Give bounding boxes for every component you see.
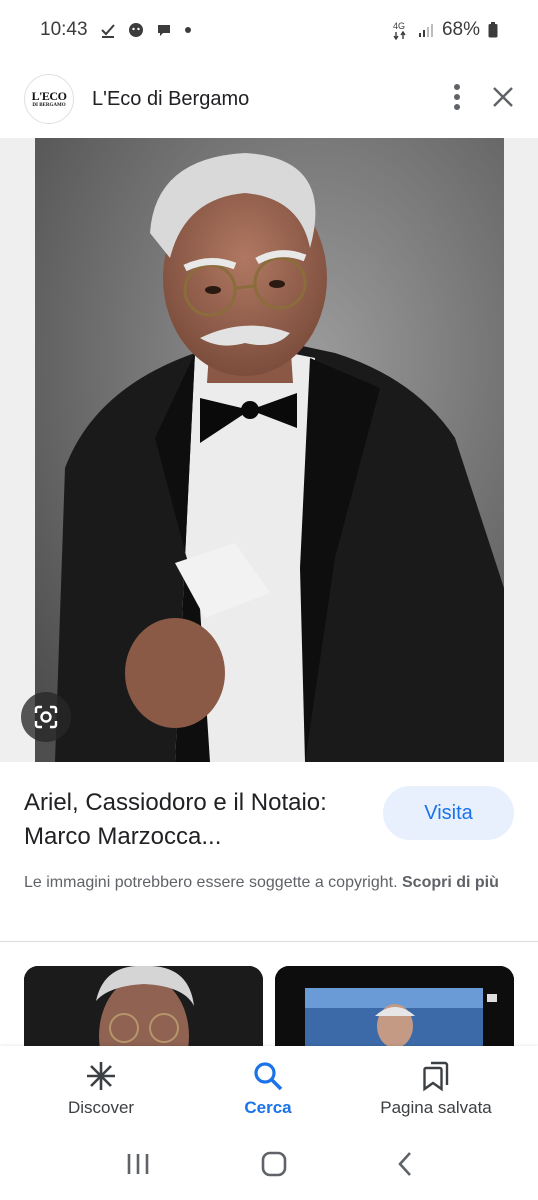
result-image[interactable] <box>35 138 504 762</box>
site-name[interactable]: L'Eco di Bergamo <box>92 88 249 111</box>
status-bar: 10:43 4G 68% <box>0 0 538 60</box>
nav-discover-label: Discover <box>67 1098 135 1117</box>
visit-button[interactable]: Visita <box>383 786 514 840</box>
app-notification-icon <box>128 22 144 38</box>
related-image-thumb[interactable] <box>275 966 514 1046</box>
image-preview <box>0 138 538 762</box>
bottom-navigation: Discover Cerca Pagina salvata <box>0 1046 538 1132</box>
site-logo[interactable]: L'ECO DI BERGAMO <box>24 74 74 124</box>
lens-search-button[interactable] <box>21 692 71 742</box>
learn-more-link[interactable]: Scopri di più <box>402 874 499 891</box>
network-4g-icon: 4G <box>392 20 410 40</box>
clock: 10:43 <box>40 19 88 40</box>
checkmark-download-icon <box>100 22 116 38</box>
saved-pages-icon <box>423 1061 449 1092</box>
logo-text-bottom: DI BERGAMO <box>32 103 66 108</box>
source-header: L'ECO DI BERGAMO L'Eco di Bergamo <box>0 60 538 138</box>
home-icon[interactable] <box>261 1151 287 1182</box>
nav-search-label: Cerca <box>244 1098 292 1117</box>
recent-apps-icon[interactable] <box>125 1152 151 1181</box>
status-left: 10:43 <box>40 19 192 41</box>
signal-icon <box>418 22 434 38</box>
asterisk-icon <box>87 1062 115 1090</box>
chat-bubble-icon <box>156 22 172 38</box>
search-icon <box>254 1062 283 1091</box>
copyright-text: Le immagini potrebbero essere soggette a… <box>24 874 398 891</box>
dot-icon <box>184 26 192 34</box>
lens-icon <box>34 705 58 729</box>
nav-discover[interactable]: Discover <box>0 1046 202 1132</box>
header-actions <box>452 83 514 116</box>
nav-saved-pages[interactable]: Pagina salvata <box>334 1046 538 1132</box>
nav-search[interactable]: Cerca <box>202 1046 334 1132</box>
nav-saved-pages-label: Pagina salvata <box>380 1098 492 1117</box>
svg-text:4G: 4G <box>393 21 405 31</box>
back-icon[interactable] <box>397 1151 413 1182</box>
result-title[interactable]: Ariel, Cassiodoro e il Notaio: Marco Mar… <box>24 786 364 854</box>
system-navigation-bar <box>0 1132 538 1200</box>
more-vert-icon[interactable] <box>452 83 462 116</box>
logo-text-top: L'ECO <box>31 89 67 103</box>
related-image-thumb[interactable] <box>24 966 263 1046</box>
battery-icon <box>488 22 498 38</box>
status-right: 4G 68% <box>392 19 498 41</box>
copyright-notice: Le immagini potrebbero essere soggette a… <box>24 870 514 895</box>
close-icon[interactable] <box>492 86 514 113</box>
battery-percent: 68% <box>441 19 480 40</box>
divider <box>0 941 538 942</box>
